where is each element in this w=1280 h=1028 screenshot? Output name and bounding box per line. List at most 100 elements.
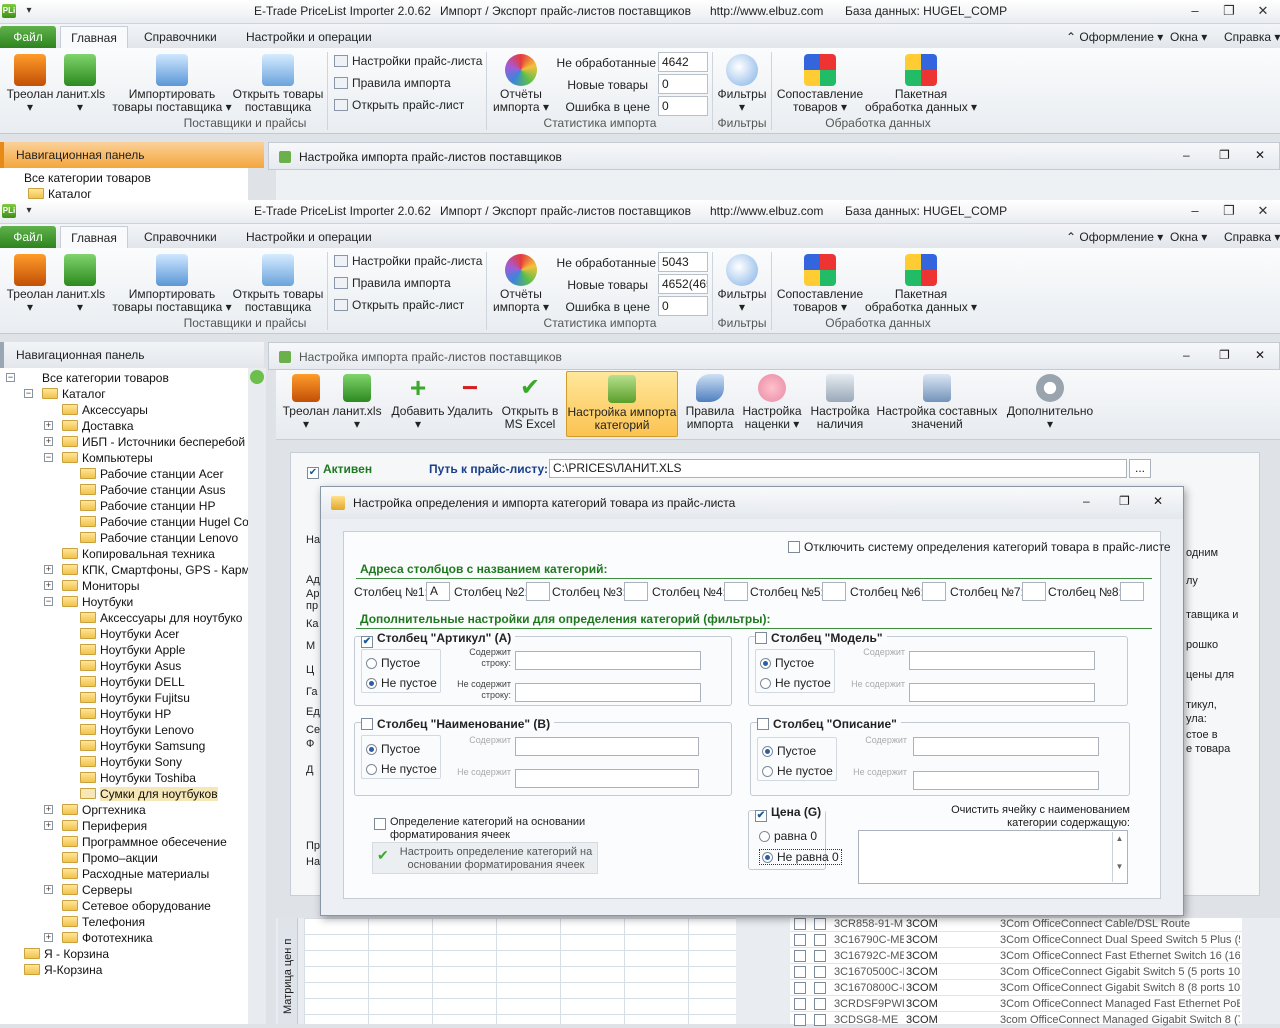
- tab-windows[interactable]: Окна ▾: [1160, 226, 1217, 248]
- tree-item[interactable]: Я - Корзина: [24, 946, 109, 962]
- tree-item[interactable]: Расходные материалы: [62, 866, 209, 882]
- open-goods-button[interactable]: Открыть товары поставщика: [232, 254, 324, 314]
- row-checkbox[interactable]: [814, 950, 826, 962]
- minimize-icon[interactable]: –: [1083, 494, 1090, 508]
- tab-file[interactable]: Файл: [0, 226, 56, 248]
- close-icon[interactable]: ✕: [1246, 200, 1280, 222]
- row-checkbox[interactable]: [794, 950, 806, 962]
- close-icon[interactable]: ✕: [1255, 148, 1265, 162]
- tree-item-all[interactable]: Все категории товаров: [42, 370, 169, 386]
- tab-refs[interactable]: Справочники: [134, 226, 227, 248]
- tree-item[interactable]: ИБП - Источники бесперебой: [62, 434, 245, 450]
- close-icon[interactable]: ✕: [1246, 0, 1280, 22]
- quick-access-menu-icon[interactable]: ▾: [20, 203, 38, 219]
- batch-button[interactable]: Пакетная обработка данных ▾: [864, 254, 978, 314]
- stock-button[interactable]: Настройка наличия: [806, 374, 874, 431]
- close-icon[interactable]: ✕: [1153, 494, 1163, 508]
- quick-access-menu-icon[interactable]: ▾: [20, 3, 38, 19]
- maximize-icon[interactable]: ❐: [1212, 200, 1246, 222]
- tree-item[interactable]: Промо–акции: [62, 850, 158, 866]
- tree-item[interactable]: Телефония: [62, 914, 145, 930]
- close-icon[interactable]: ✕: [1255, 348, 1265, 362]
- more-button[interactable]: Дополнительно ▾: [1002, 374, 1098, 431]
- tree-item[interactable]: Доставка: [62, 418, 134, 434]
- tab-settings[interactable]: Настройки и операции: [236, 26, 382, 48]
- tree-item[interactable]: Рабочие станции Acer: [80, 466, 223, 482]
- table-row[interactable]: 3C16790C-ME 3COM 3Com OfficeConnect Dual S…: [790, 932, 1242, 948]
- open-goods-button[interactable]: Открыть товары поставщика: [232, 54, 324, 114]
- row-checkbox[interactable]: [794, 918, 806, 930]
- tree-item[interactable]: Мониторы: [62, 578, 139, 594]
- matching-button[interactable]: Сопоставление товаров ▾: [776, 54, 864, 114]
- name-notempty-radio[interactable]: Не пустое: [366, 762, 437, 776]
- import-rules-button[interactable]: Правила импорта: [334, 76, 451, 90]
- tree-item[interactable]: Программное обесечение: [62, 834, 227, 850]
- markup-button[interactable]: Настройка наценки ▾: [740, 374, 804, 431]
- column-input[interactable]: [922, 582, 946, 601]
- tree-item[interactable]: Ноутбуки Samsung: [80, 738, 205, 754]
- row-checkbox[interactable]: [814, 998, 826, 1010]
- row-checkbox[interactable]: [814, 934, 826, 946]
- tree-item[interactable]: Фототехника: [62, 930, 153, 946]
- description-empty-radio[interactable]: Пустое: [762, 744, 816, 758]
- row-checkbox[interactable]: [814, 966, 826, 978]
- tree-item[interactable]: Рабочие станции Hugel Co: [80, 514, 248, 530]
- tree-item[interactable]: Ноутбуки Lenovo: [80, 722, 194, 738]
- model-notempty-radio[interactable]: Не пустое: [760, 676, 831, 690]
- tree-item[interactable]: Рабочие станции Asus: [80, 482, 225, 498]
- browse-button[interactable]: ...: [1129, 459, 1151, 478]
- column-input[interactable]: [724, 582, 748, 601]
- tree-item[interactable]: Ноутбуки: [62, 594, 133, 610]
- add-button[interactable]: + Добавить ▾: [390, 374, 446, 431]
- price-checkbox[interactable]: ✔ Цена (G): [755, 805, 826, 822]
- tab-help[interactable]: Справка ▾: [1214, 226, 1280, 248]
- column-input[interactable]: [1022, 582, 1046, 601]
- tree-item[interactable]: КПК, Смартфоны, GPS - Карм: [62, 562, 248, 578]
- tab-file[interactable]: Файл: [0, 26, 56, 48]
- tree-item[interactable]: Сумки для ноутбуков: [80, 786, 218, 802]
- description-notempty-radio[interactable]: Не пустое: [762, 764, 833, 778]
- article-notcontains-input[interactable]: [515, 683, 701, 702]
- restore-icon[interactable]: ❐: [1119, 494, 1130, 508]
- row-checkbox[interactable]: [794, 982, 806, 994]
- clear-textarea[interactable]: [858, 830, 1128, 884]
- tree-item[interactable]: Копировальная техника: [62, 546, 215, 562]
- row-checkbox[interactable]: [794, 1014, 806, 1026]
- article-contains-input[interactable]: [515, 651, 701, 670]
- article-notempty-radio[interactable]: Не пустое: [366, 676, 437, 690]
- table-row[interactable]: 3C16792C-ME 3COM 3Com OfficeConnect Fast E…: [790, 948, 1242, 964]
- model-notcontains-input[interactable]: [909, 683, 1095, 702]
- path-input[interactable]: C:\PRICES\ЛАНИТ.XLS: [549, 459, 1127, 478]
- name-checkbox[interactable]: Столбец "Наименование" (B): [361, 717, 555, 731]
- tree-item-all[interactable]: Все категории товаров: [24, 170, 151, 186]
- tab-settings[interactable]: Настройки и операции: [236, 226, 382, 248]
- treolan-button[interactable]: Треолан ▾: [4, 254, 56, 314]
- tab-refs[interactable]: Справочники: [134, 26, 227, 48]
- tree-item[interactable]: Оргтехника: [62, 802, 146, 818]
- treolan-button[interactable]: Треолан ▾: [4, 54, 56, 114]
- row-checkbox[interactable]: [814, 1014, 826, 1026]
- article-checkbox[interactable]: ✔ Столбец "Артикул" (A): [361, 631, 516, 648]
- column-input[interactable]: [624, 582, 648, 601]
- rules-button[interactable]: Правила импорта: [682, 374, 738, 431]
- description-contains-input[interactable]: [913, 737, 1099, 756]
- maximize-icon[interactable]: ❐: [1212, 0, 1246, 22]
- minimize-icon[interactable]: –: [1178, 0, 1212, 22]
- pl-settings-button[interactable]: Настройки прайс-листа: [334, 54, 482, 68]
- tree-item-catalog-label[interactable]: Каталог: [42, 386, 106, 402]
- tab-design[interactable]: ⌃ Оформление ▾: [1056, 26, 1173, 48]
- category-import-button[interactable]: Настройка импорта категорий: [566, 371, 678, 437]
- delete-button[interactable]: − Удалить: [446, 374, 494, 418]
- tree-item[interactable]: Периферия: [62, 818, 147, 834]
- table-row[interactable]: 3C1670800C-N 3COM 3Com OfficeConnect Gigab…: [790, 980, 1242, 996]
- name-contains-input[interactable]: [515, 737, 699, 756]
- description-checkbox[interactable]: Столбец "Описание": [757, 717, 901, 731]
- model-empty-radio[interactable]: Пустое: [760, 656, 814, 670]
- toolbar-lanit-button[interactable]: ланит.xls ▾: [332, 374, 382, 431]
- description-notcontains-input[interactable]: [913, 771, 1099, 790]
- restore-icon[interactable]: ❐: [1219, 148, 1230, 162]
- model-contains-input[interactable]: [909, 651, 1095, 670]
- open-excel-button[interactable]: ✔ Открыть в MS Excel: [498, 374, 562, 431]
- minimize-icon[interactable]: –: [1183, 348, 1190, 362]
- table-row[interactable]: 3CR858-91-M 3COM 3Com OfficeConnect Cable/…: [790, 916, 1242, 932]
